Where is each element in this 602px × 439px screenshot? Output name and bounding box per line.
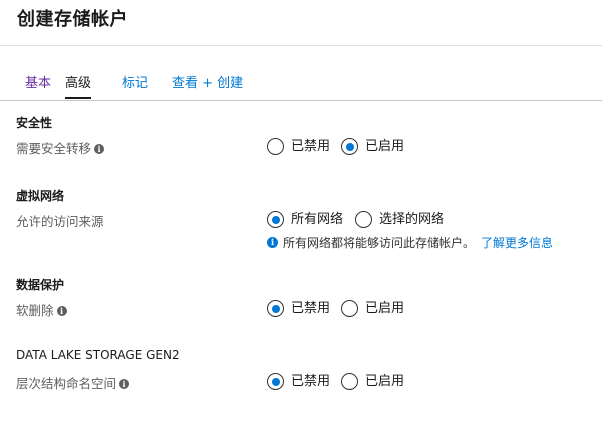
field-label-allowed-access: 允许的访问来源 <box>16 214 104 229</box>
field-label-secure-transfer: 需要安全转移 i <box>16 138 105 157</box>
radio-label: 已启用 <box>365 374 405 389</box>
hierarchical-namespace-label: 层次结构命名空间 <box>16 376 117 391</box>
field-label-hierarchical-namespace: 层次结构命名空间 i <box>16 373 130 392</box>
tab-advanced[interactable]: 高级 <box>65 72 92 99</box>
field-label-soft-delete: 软删除 i <box>16 300 67 319</box>
section-title-data-protection: 数据保护 <box>16 278 65 292</box>
radio-label: 已启用 <box>365 301 405 316</box>
tabs-divider <box>0 100 602 101</box>
info-icon[interactable]: i <box>119 378 130 389</box>
section-title-data-lake: DATA LAKE STORAGE GEN2 <box>16 348 180 362</box>
radio-label: 已禁用 <box>291 374 331 389</box>
info-circle-icon: i <box>267 237 278 248</box>
info-icon[interactable]: i <box>56 305 67 316</box>
radio-label: 已启用 <box>365 139 405 154</box>
tab-basics[interactable]: 基本 <box>25 72 51 99</box>
info-icon[interactable]: i <box>94 143 105 154</box>
radio-label: 选择的网络 <box>379 212 445 227</box>
radio-label: 已禁用 <box>291 301 331 316</box>
section-title-security: 安全性 <box>16 116 53 130</box>
create-storage-account-page: 创建存储帐户 基本 高级 标记 查看 + 创建 安全性 需要安全转移 i 已禁用 … <box>0 0 602 439</box>
section-title-virtual-networks: 虚拟网络 <box>16 189 65 203</box>
radio-circle[interactable] <box>341 373 358 390</box>
radio-circle[interactable] <box>267 373 284 390</box>
secure-transfer-label: 需要安全转移 <box>16 141 92 156</box>
radio-circle[interactable] <box>267 211 284 228</box>
learn-more-link[interactable]: 了解更多信息 <box>481 236 553 250</box>
tab-review-create[interactable]: 查看 + 创建 <box>172 72 243 99</box>
soft-delete-label: 软删除 <box>16 303 54 318</box>
radio-label: 已禁用 <box>291 139 331 154</box>
radio-circle[interactable] <box>341 300 358 317</box>
radio-circle[interactable] <box>355 211 372 228</box>
radio-circle[interactable] <box>267 138 284 155</box>
radio-circle[interactable] <box>341 138 358 155</box>
all-networks-info-note: i 所有网络都将能够访问此存储帐户。 了解更多信息 <box>267 234 553 251</box>
note-text: 所有网络都将能够访问此存储帐户。 <box>283 236 476 250</box>
radio-circle[interactable] <box>267 300 284 317</box>
header-divider <box>0 45 602 46</box>
page-title: 创建存储帐户 <box>17 9 128 30</box>
radio-label: 所有网络 <box>291 212 344 227</box>
tab-tags[interactable]: 标记 <box>122 72 148 99</box>
